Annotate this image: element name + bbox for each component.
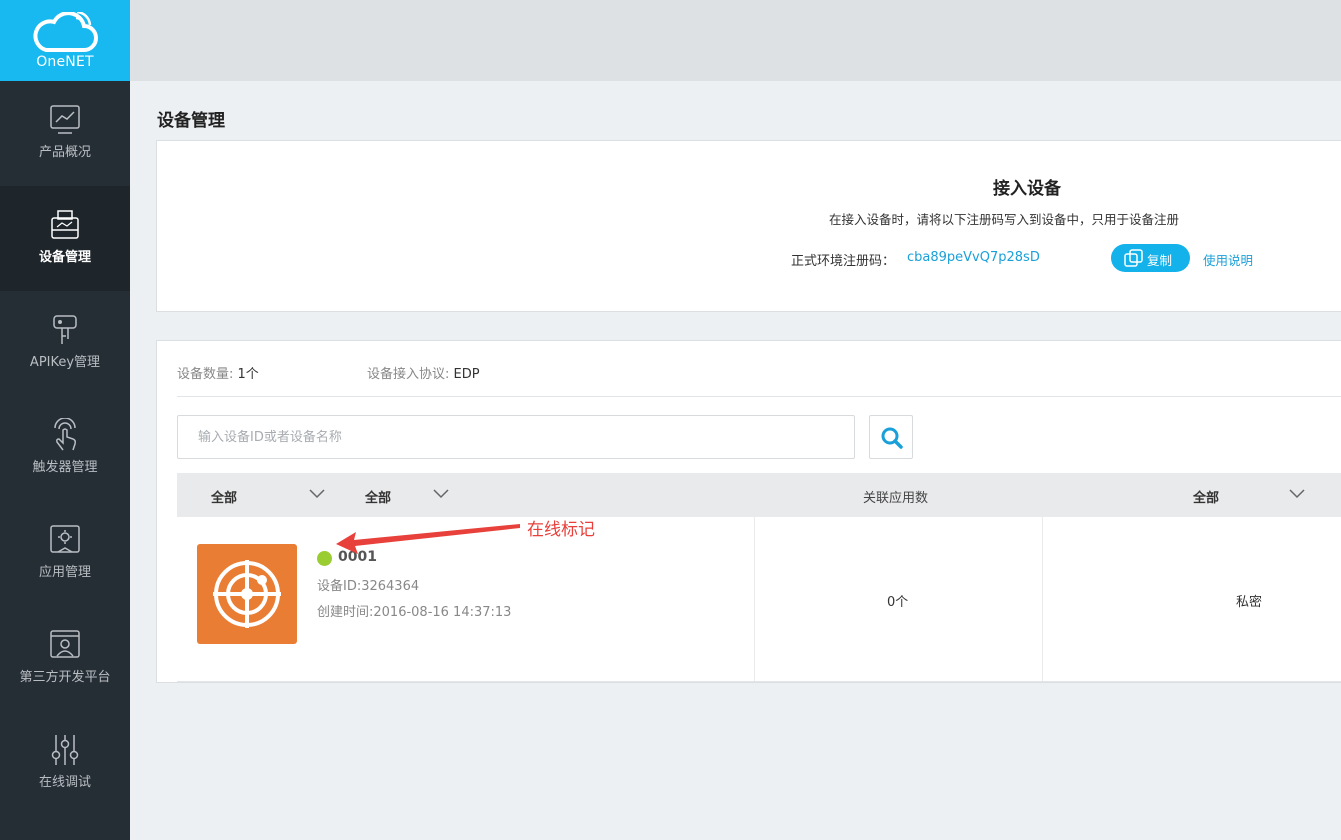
sidebar-item-label: 设备管理: [38, 250, 91, 265]
usage-instructions-link[interactable]: 使用说明: [1203, 250, 1253, 269]
copy-button[interactable]: 复制: [1111, 244, 1190, 272]
brand-name: OneNET: [36, 54, 94, 70]
registration-code[interactable]: cba89peVvQ7p28sD: [907, 250, 1040, 265]
touch-icon: [54, 418, 76, 451]
column-divider: [1042, 517, 1043, 681]
sidebar: OneNET 产品概况 设备管理 APIKey管理 触发器管理 应用管理 第三方…: [0, 0, 130, 840]
device-count-label: 设备数量:: [177, 367, 234, 382]
divider: [177, 396, 1341, 397]
filter-label: 全部: [1193, 491, 1220, 506]
search-icon: [881, 427, 903, 449]
page-title: 设备管理: [157, 111, 225, 131]
sidebar-item-label: 触发器管理: [32, 460, 98, 475]
sidebar-item-device-management[interactable]: 设备管理: [0, 186, 130, 291]
sidebar-item-online-debug[interactable]: 在线调试: [0, 711, 130, 816]
app-count-header: 关联应用数: [863, 491, 929, 506]
search-input[interactable]: [177, 415, 855, 459]
user-window-icon: [50, 630, 80, 658]
sidebar-item-third-party[interactable]: 第三方开发平台: [0, 606, 130, 711]
device-icon: [51, 210, 79, 239]
app-gear-icon: [50, 525, 80, 553]
access-description: 在接入设备时，请将以下注册码写入到设备中，只用于设备注册: [829, 212, 1180, 227]
copy-label: 复制: [1147, 253, 1173, 268]
device-list-panel: 设备数量: 1个 设备接入协议: EDP 全部 全部 关联应用数 全部: [156, 340, 1341, 683]
sidebar-item-label: APIKey管理: [29, 355, 101, 370]
device-app-count: 0个: [887, 595, 909, 610]
chevron-down-icon: [309, 489, 325, 499]
device-protocol-value: EDP: [453, 367, 480, 382]
device-privacy: 私密: [1236, 595, 1263, 610]
device-id: 设备ID:3264364: [317, 579, 420, 594]
filter-label: 全部: [365, 491, 392, 506]
access-title: 接入设备: [993, 179, 1061, 199]
table-row[interactable]: 0001 设备ID:3264364 创建时间:2016-08-16 14:37:…: [177, 517, 1341, 682]
sidebar-item-apikey[interactable]: APIKey管理: [0, 291, 130, 396]
top-bar: [130, 0, 1341, 81]
sidebar-item-label: 应用管理: [38, 565, 91, 580]
device-protocol-label: 设备接入协议:: [367, 367, 450, 382]
sidebar-item-app-management[interactable]: 应用管理: [0, 501, 130, 606]
key-icon: [53, 315, 77, 344]
table-header: 全部 全部 关联应用数 全部: [177, 473, 1341, 517]
access-device-panel: 接入设备 在接入设备时，请将以下注册码写入到设备中，只用于设备注册 正式环境注册…: [156, 140, 1341, 312]
target-icon: [213, 560, 281, 628]
search-button[interactable]: [869, 415, 913, 459]
device-protocol: 设备接入协议: EDP: [367, 363, 480, 382]
filter-dropdown-3[interactable]: 全部: [1167, 473, 1341, 517]
chart-icon: [50, 105, 80, 134]
chevron-down-icon: [1289, 489, 1305, 499]
sidebar-item-label: 在线调试: [38, 775, 91, 790]
sliders-icon: [51, 735, 79, 765]
sidebar-item-label: 第三方开发平台: [19, 670, 111, 685]
device-avatar[interactable]: [197, 544, 297, 644]
copy-icon: [1124, 249, 1143, 267]
device-count-value: 1个: [237, 367, 259, 382]
onenet-logo[interactable]: OneNET: [0, 0, 130, 81]
online-status-icon: [317, 551, 332, 566]
annotation-label: 在线标记: [527, 520, 595, 540]
chevron-down-icon: [433, 489, 449, 499]
filter-dropdown-1[interactable]: 全部: [177, 473, 337, 517]
filter-dropdown-2[interactable]: 全部: [337, 473, 477, 517]
filter-label: 全部: [211, 491, 238, 506]
sidebar-item-label: 产品概况: [38, 145, 91, 160]
device-count: 设备数量: 1个: [177, 363, 259, 382]
column-divider: [754, 517, 755, 681]
device-name[interactable]: 0001: [338, 549, 377, 565]
sidebar-item-trigger[interactable]: 触发器管理: [0, 396, 130, 501]
sidebar-item-product-overview[interactable]: 产品概况: [0, 81, 130, 186]
registration-code-label: 正式环境注册码：: [791, 254, 896, 269]
device-created-time: 创建时间:2016-08-16 14:37:13: [317, 605, 512, 620]
cloud-logo-icon: [33, 12, 98, 52]
